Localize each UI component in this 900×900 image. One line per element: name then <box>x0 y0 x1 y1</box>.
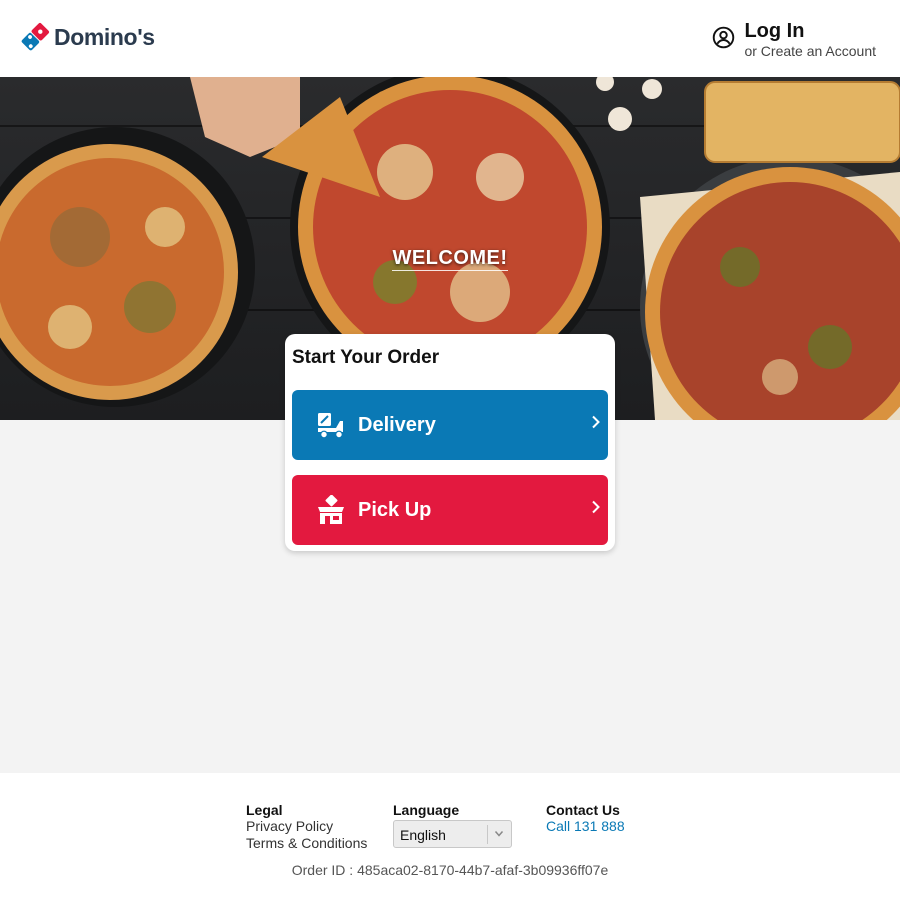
start-order-card: Start Your Order Delivery Pick Up <box>285 334 615 551</box>
create-account-label[interactable]: or Create an Account <box>744 43 876 60</box>
delivery-scooter-icon <box>318 413 343 439</box>
welcome-text: WELCOME! <box>392 247 508 271</box>
language-heading: Language <box>393 802 460 818</box>
language-section: Language English <box>393 802 512 848</box>
store-pickup-icon <box>318 495 344 524</box>
legal-heading: Legal <box>246 802 283 818</box>
site-footer: Legal Privacy Policy Terms & Conditions … <box>0 773 900 900</box>
terms-conditions-link[interactable]: Terms & Conditions <box>246 835 367 852</box>
pickup-label: Pick Up <box>358 498 432 521</box>
contact-section: Contact Us Call 131 888 <box>546 802 625 835</box>
contact-heading: Contact Us <box>546 802 620 818</box>
chevron-right-icon <box>592 500 600 514</box>
pickup-button[interactable]: Pick Up <box>292 475 608 545</box>
dominos-logo[interactable]: Domino's <box>20 22 155 52</box>
privacy-policy-link[interactable]: Privacy Policy <box>246 818 367 835</box>
user-account-icon <box>713 26 735 49</box>
brand-name: Domino's <box>54 23 155 50</box>
language-value: English <box>400 827 446 843</box>
delivery-button[interactable]: Delivery <box>292 390 608 460</box>
legal-section: Legal Privacy Policy Terms & Conditions <box>246 802 367 852</box>
domino-tile-icon <box>21 22 50 51</box>
site-header: Domino's Log In or Create an Account <box>0 0 900 77</box>
welcome-heading: WELCOME! <box>0 247 900 271</box>
phone-link[interactable]: Call 131 888 <box>546 818 625 835</box>
chevron-down-icon <box>494 831 504 837</box>
order-id: Order ID : 485aca02-8170-44b7-afaf-3b099… <box>291 862 609 878</box>
select-divider <box>487 825 488 844</box>
login-link[interactable]: Log In or Create an Account <box>712 19 876 60</box>
language-select[interactable]: English <box>393 820 512 848</box>
start-order-title: Start Your Order <box>292 347 440 368</box>
delivery-label: Delivery <box>358 413 436 436</box>
chevron-right-icon <box>592 415 600 429</box>
login-label[interactable]: Log In <box>744 19 876 43</box>
